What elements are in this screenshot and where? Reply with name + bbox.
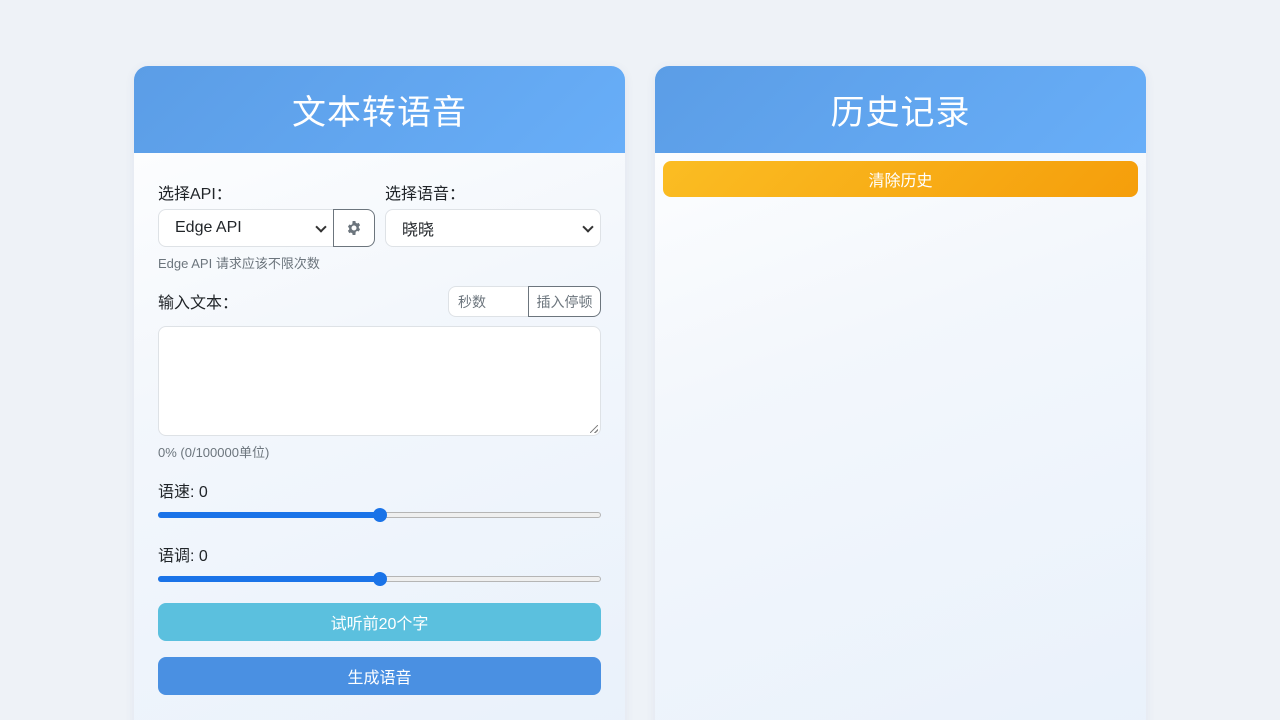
voice-select[interactable]: 晓晓 (385, 209, 601, 247)
chevron-down-icon (582, 221, 594, 233)
voice-select-value: 晓晓 (402, 222, 435, 239)
tts-panel: 文本转语音 选择API： Edge API Edge API 请求应该不限次数 … (134, 66, 625, 720)
generate-button[interactable]: 生成语音 (158, 657, 601, 695)
api-settings-button[interactable] (333, 209, 375, 247)
input-text-label: 输入文本： (158, 295, 239, 312)
resize-grip-icon[interactable] (590, 425, 598, 433)
pitch-slider-thumb[interactable] (373, 572, 387, 586)
insert-pause-button[interactable]: 插入停顿 (528, 286, 601, 317)
pause-insert-group: 秒数 插入停顿 (448, 286, 601, 317)
pause-seconds-input[interactable]: 秒数 (448, 286, 528, 317)
gear-icon (347, 221, 361, 235)
api-select[interactable]: Edge API (158, 209, 334, 247)
tts-panel-title: 文本转语音 (134, 66, 625, 153)
pitch-label: 语调: 0 (158, 548, 208, 565)
chevron-down-icon (315, 221, 327, 233)
preview-button[interactable]: 试听前20个字 (158, 603, 601, 641)
clear-history-button[interactable]: 清除历史 (663, 161, 1138, 197)
api-hint: Edge API 请求应该不限次数 (158, 256, 320, 271)
voice-label: 选择语音： (385, 186, 466, 203)
pitch-slider[interactable] (158, 571, 601, 587)
speed-slider-thumb[interactable] (373, 508, 387, 522)
char-count: 0% (0/100000单位) (158, 445, 270, 460)
api-label: 选择API： (158, 186, 232, 203)
history-panel: 历史记录 清除历史 (655, 66, 1146, 720)
history-panel-title: 历史记录 (655, 66, 1146, 153)
speed-label: 语速: 0 (158, 484, 208, 501)
api-select-value: Edge API (175, 219, 242, 236)
text-input[interactable] (158, 326, 601, 436)
speed-slider[interactable] (158, 507, 601, 523)
